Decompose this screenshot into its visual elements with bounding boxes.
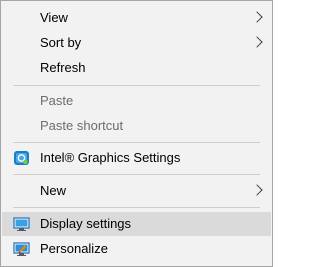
menu-item-paste-shortcut[interactable]: Paste shortcut	[2, 114, 271, 138]
menu-item-view[interactable]: View	[2, 6, 271, 30]
menu-item-new-label: New	[40, 183, 67, 198]
display-settings-icon	[13, 216, 30, 232]
menu-separator	[13, 207, 260, 208]
chevron-right-icon	[251, 184, 263, 196]
menu-separator	[13, 142, 260, 143]
menu-separator	[13, 85, 260, 86]
menu-item-paste[interactable]: Paste	[2, 89, 271, 113]
menu-item-refresh-label: Refresh	[40, 60, 86, 75]
menu-item-display-settings[interactable]: Display settings	[2, 212, 271, 236]
menu-item-sort-by-label: Sort by	[40, 35, 82, 50]
menu-separator	[13, 174, 260, 175]
menu-item-display-settings-label: Display settings	[40, 216, 132, 231]
menu-item-paste-label: Paste	[40, 93, 74, 108]
menu-item-intel-graphics[interactable]: Intel® Graphics Settings	[2, 146, 271, 170]
menu-item-refresh[interactable]: Refresh	[2, 56, 271, 80]
menu-item-paste-shortcut-label: Paste shortcut	[40, 118, 124, 133]
menu-item-new[interactable]: New	[2, 179, 271, 203]
menu-item-personalize-label: Personalize	[40, 241, 108, 256]
desktop-context-menu: View Sort by Refresh Paste Paste shortcu…	[0, 0, 273, 267]
intel-graphics-icon	[13, 150, 30, 166]
menu-item-sort-by[interactable]: Sort by	[2, 31, 271, 55]
menu-item-view-label: View	[40, 10, 68, 25]
chevron-right-icon	[251, 36, 263, 48]
menu-item-intel-graphics-label: Intel® Graphics Settings	[40, 150, 181, 165]
menu-item-personalize[interactable]: Personalize	[2, 237, 271, 261]
personalize-icon	[13, 241, 30, 257]
chevron-right-icon	[251, 11, 263, 23]
